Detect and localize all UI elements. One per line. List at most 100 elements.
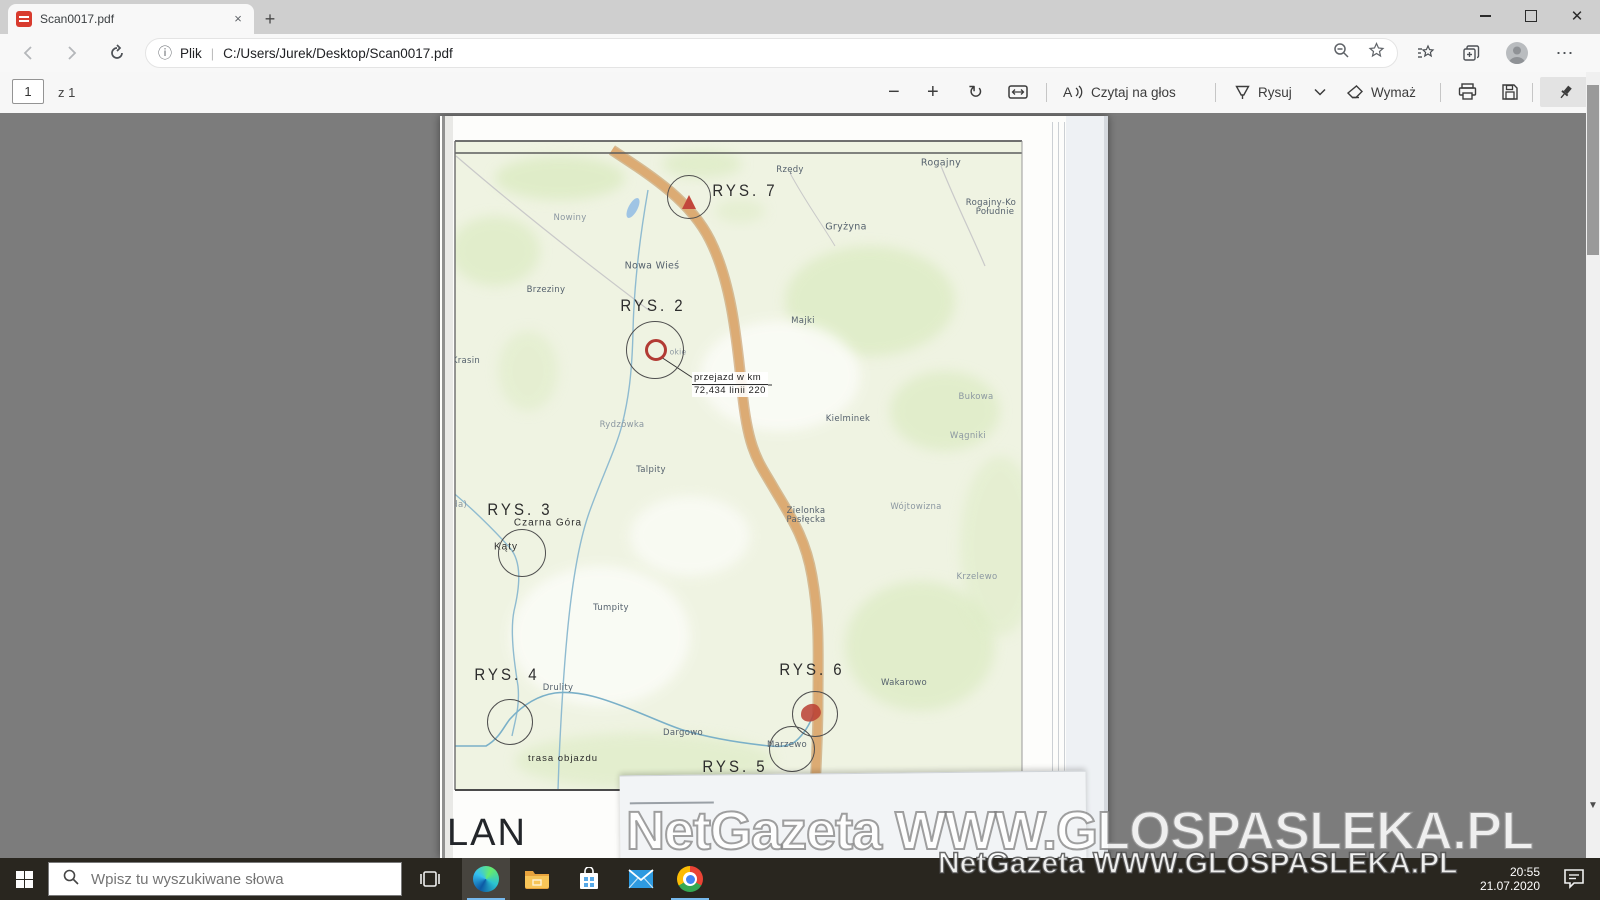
pdf-viewer-canvas[interactable]: Rzędy Rogajny Rogajny-Ko Południe Gryżyna Now… xyxy=(0,113,1600,858)
taskbar-clock[interactable]: 20:55 21.07.2020 xyxy=(1480,858,1540,900)
paper-edge-strip xyxy=(1066,116,1104,858)
figure-reference-label: RYS. 2 xyxy=(620,296,686,316)
start-button[interactable] xyxy=(0,858,48,900)
back-button[interactable] xyxy=(16,40,42,66)
map-place-label: Gryżyna xyxy=(825,221,867,233)
scanned-page: Rzędy Rogajny Rogajny-Ko Południe Gryżyna Now… xyxy=(440,116,1108,858)
print-button[interactable] xyxy=(1452,77,1483,107)
pdf-toolbar: z 1 − + ↻ A Czytaj na głos Rysuj Wymaż xyxy=(0,72,1600,114)
minimize-button[interactable] xyxy=(1462,0,1508,32)
figure-reference-circle xyxy=(667,175,711,219)
detour-route-label: trasa objazdu xyxy=(528,753,599,764)
taskbar-chrome-button[interactable] xyxy=(666,858,714,900)
tab-strip: Scan0017.pdf × + ✕ xyxy=(0,0,1600,34)
file-scheme-label: Plik xyxy=(180,45,202,61)
collections-icon[interactable] xyxy=(1458,40,1484,66)
maximize-button[interactable] xyxy=(1508,0,1554,32)
map-place-label: Rzędy xyxy=(776,165,804,175)
favorite-star-icon[interactable] xyxy=(1368,42,1385,64)
toolbar-separator xyxy=(1532,83,1533,102)
navigation-bar: ⓘ Plik | C:/Users/Jurek/Desktop/Scan0017… xyxy=(0,34,1600,73)
map-place-label: Kielminek xyxy=(825,414,871,424)
draw-button[interactable]: Rysuj xyxy=(1228,77,1298,107)
svg-text:A: A xyxy=(1063,84,1073,100)
refresh-button[interactable] xyxy=(104,40,130,66)
figure-reference-circle xyxy=(792,691,838,737)
file-explorer-icon xyxy=(525,871,549,889)
figure-reference-label: RYS. 6 xyxy=(779,660,845,680)
tray-date: 21.07.2020 xyxy=(1479,879,1540,893)
map-place-label: Nowa Wieś xyxy=(624,260,680,272)
figure-reference-circle xyxy=(498,529,546,577)
rotate-button[interactable]: ↻ xyxy=(962,77,989,107)
zoom-indicator-icon[interactable] xyxy=(1333,42,1350,64)
pdf-file-icon xyxy=(16,11,32,27)
action-center-icon xyxy=(1564,869,1584,889)
page-count-label: z 1 xyxy=(58,85,76,100)
tab-scan0017[interactable]: Scan0017.pdf × xyxy=(8,4,254,34)
edge-browser-window: Scan0017.pdf × + ✕ ⓘ Plik | C:/Users/Jur… xyxy=(0,0,1600,900)
map-place-label: Wągniki xyxy=(949,431,987,441)
pin-toolbar-button[interactable] xyxy=(1540,77,1590,107)
mail-icon xyxy=(628,869,654,889)
map-place-label: Brzeziny xyxy=(526,285,566,295)
paper-edge-line xyxy=(1064,122,1065,858)
map-place-label: Południe xyxy=(975,207,1015,217)
vertical-scrollbar[interactable]: ▼ xyxy=(1586,72,1600,858)
save-button[interactable] xyxy=(1495,77,1525,107)
map-place-label: Krzelewo xyxy=(956,572,998,582)
map-place-label: Rogajny xyxy=(920,157,962,169)
window-controls: ✕ xyxy=(1462,0,1600,32)
taskbar-edge-button[interactable] xyxy=(462,858,510,900)
erase-button[interactable]: Wymaż xyxy=(1340,77,1422,107)
search-input[interactable] xyxy=(89,869,401,889)
taskbar-mail-button[interactable] xyxy=(617,858,665,900)
draw-options-chevron-icon[interactable] xyxy=(1308,77,1332,107)
read-aloud-button[interactable]: A Czytaj na głos xyxy=(1056,77,1182,107)
toolbar-separator xyxy=(1440,83,1441,102)
windows-logo-icon xyxy=(15,870,33,888)
map-place-label: Nowiny xyxy=(553,213,587,223)
close-button[interactable]: ✕ xyxy=(1554,0,1600,32)
taskbar-store-button[interactable] xyxy=(565,858,613,900)
tab-close-icon[interactable]: × xyxy=(230,11,246,27)
figure-reference-label: RYS. 3 xyxy=(487,500,553,520)
new-tab-button[interactable]: + xyxy=(258,8,282,32)
toolbar-separator xyxy=(1046,83,1047,102)
map-place-label: Wakarowo xyxy=(880,678,928,688)
tab-title: Scan0017.pdf xyxy=(40,12,115,26)
map-place-label: Dargowo xyxy=(663,728,703,738)
map-place-labels: Rzędy Rogajny Rogajny-Ko Południe Gryżyna Now… xyxy=(455,141,1022,790)
map-place-label: (osada) xyxy=(455,500,468,510)
map-place-label: Wójtowizna xyxy=(890,502,942,512)
map-place-label: Majki xyxy=(791,316,815,326)
favorites-bar-icon[interactable] xyxy=(1412,40,1438,66)
fit-to-page-button[interactable] xyxy=(1002,77,1034,107)
zoom-in-button[interactable]: + xyxy=(921,77,945,107)
browser-menu-icon[interactable]: ⋯ xyxy=(1552,40,1578,66)
figure-reference-label: RYS. 7 xyxy=(712,181,778,201)
taskbar-search[interactable] xyxy=(48,862,402,896)
address-bar[interactable]: ⓘ Plik | C:/Users/Jurek/Desktop/Scan0017… xyxy=(145,38,1398,68)
taskbar-file-explorer-button[interactable] xyxy=(513,858,561,900)
task-view-button[interactable] xyxy=(406,858,454,900)
action-center-button[interactable] xyxy=(1562,866,1586,895)
map-place-label: Tumpity xyxy=(593,603,629,613)
edge-icon xyxy=(473,866,499,892)
page-info-icon[interactable]: ⓘ xyxy=(158,43,172,63)
search-icon xyxy=(63,869,79,890)
store-icon xyxy=(580,867,598,889)
map-place-label: Drulity xyxy=(542,683,574,693)
page-number-input[interactable] xyxy=(12,79,44,104)
address-url: C:/Users/Jurek/Desktop/Scan0017.pdf xyxy=(223,45,453,61)
map-place-label: Bukowa xyxy=(958,392,994,402)
forward-button[interactable] xyxy=(58,40,84,66)
map-place-label: Pasłęcka xyxy=(786,515,826,525)
zoom-out-button[interactable]: − xyxy=(882,77,906,107)
scrollbar-thumb[interactable] xyxy=(1587,85,1599,255)
scrollbar-down-arrow[interactable]: ▼ xyxy=(1586,798,1600,814)
profile-avatar[interactable] xyxy=(1504,40,1530,66)
toolbar-separator xyxy=(1215,83,1216,102)
tray-time: 20:55 xyxy=(1509,865,1540,879)
figure-reference-circle xyxy=(487,699,533,745)
